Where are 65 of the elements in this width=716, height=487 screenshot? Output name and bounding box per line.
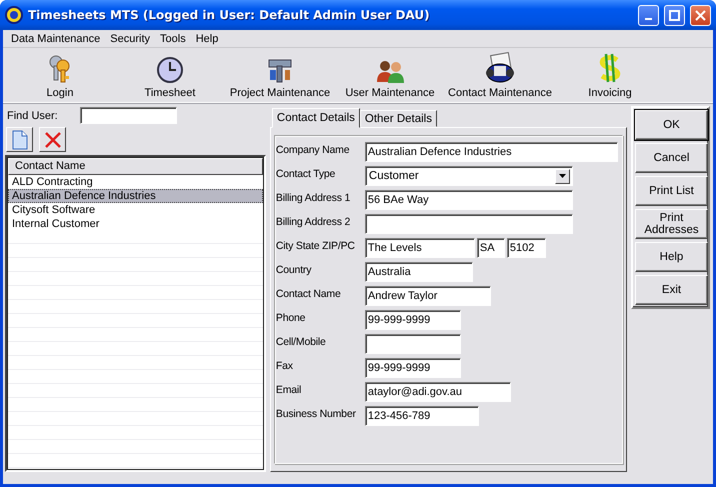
input-field[interactable] bbox=[364, 214, 573, 234]
field-label: Contact Type bbox=[276, 167, 336, 180]
dialog-button[interactable]: Exit bbox=[635, 275, 708, 305]
field-label: Find User: bbox=[6, 110, 59, 122]
menu-item[interactable]: Help bbox=[190, 32, 222, 44]
menu-item[interactable]: Data Maintenance bbox=[5, 32, 104, 44]
toolbar-button[interactable]: Login bbox=[46, 87, 74, 99]
search-field[interactable] bbox=[80, 107, 177, 124]
maximize-icon bbox=[669, 10, 680, 20]
rolodex-icon bbox=[484, 52, 516, 84]
close-button[interactable] bbox=[690, 4, 711, 26]
toolbar-button[interactable]: Project Maintenance bbox=[230, 87, 330, 99]
list-item[interactable]: Australian Defence Industries bbox=[8, 189, 263, 203]
field-label: City State ZIP/PC bbox=[276, 239, 356, 252]
caret-icon bbox=[558, 174, 566, 178]
input-field[interactable]: 123-456-789 bbox=[364, 406, 479, 426]
field-label: Business Number bbox=[276, 407, 357, 420]
input-field[interactable]: Australia bbox=[364, 262, 473, 282]
field-label: Fax bbox=[276, 359, 294, 372]
field-label: Billing Address 1 bbox=[276, 191, 352, 204]
input-field[interactable]: The Levels bbox=[364, 238, 475, 258]
input-field[interactable]: 99-999-9999 bbox=[364, 358, 461, 378]
field-label: Cell/Mobile bbox=[276, 335, 327, 348]
toolbar-button[interactable]: User Maintenance bbox=[345, 87, 435, 99]
clock-icon bbox=[156, 56, 184, 84]
dialog-button[interactable]: Print List bbox=[635, 176, 708, 206]
toolbar-button[interactable]: Timesheet bbox=[144, 87, 196, 99]
app-logo-icon bbox=[5, 6, 23, 24]
field-label: Billing Address 2 bbox=[276, 215, 352, 228]
minimize-button[interactable] bbox=[638, 4, 659, 26]
field-label: Company Name bbox=[276, 143, 350, 156]
dialog-button[interactable]: Print Addresses bbox=[635, 209, 708, 239]
tab[interactable]: Contact Details bbox=[272, 108, 360, 128]
input-field[interactable]: Andrew Taylor bbox=[364, 286, 491, 306]
dialog-button[interactable]: Help bbox=[635, 242, 708, 272]
input-field[interactable]: 56 BAe Way bbox=[364, 190, 573, 210]
delete-button[interactable] bbox=[39, 127, 66, 152]
column-header[interactable]: Contact Name bbox=[8, 158, 263, 175]
toolbar-button[interactable]: Invoicing bbox=[588, 87, 632, 99]
input-field[interactable]: Australian Defence Industries bbox=[364, 142, 618, 162]
tab[interactable]: Other Details bbox=[360, 110, 437, 127]
menu-item[interactable]: Tools bbox=[154, 32, 190, 44]
field-label: Email bbox=[276, 383, 302, 396]
menu-item[interactable]: Security bbox=[104, 32, 154, 44]
users-icon bbox=[375, 58, 405, 84]
maximize-button[interactable] bbox=[664, 4, 685, 26]
list-item[interactable]: Internal Customer bbox=[8, 217, 263, 231]
new-document-button[interactable] bbox=[6, 127, 33, 152]
field-label: Phone bbox=[276, 311, 306, 324]
window-title: Timesheets MTS (Logged in User: Default Admin User DAU) bbox=[28, 8, 431, 22]
close-icon bbox=[695, 10, 706, 20]
list-item[interactable]: Citysoft Software bbox=[8, 203, 263, 217]
input-field[interactable]: SA bbox=[476, 238, 505, 258]
field-label: Contact Name bbox=[276, 287, 342, 300]
input-field[interactable]: 5102 bbox=[506, 238, 546, 258]
dropdown[interactable]: Customer bbox=[364, 166, 573, 186]
dialog-button[interactable]: Cancel bbox=[635, 143, 708, 173]
input-field[interactable]: ataylor@adi.gov.au bbox=[364, 382, 511, 402]
dialog-button[interactable]: OK bbox=[635, 110, 708, 140]
field-label: Country bbox=[276, 263, 312, 276]
input-field[interactable] bbox=[364, 334, 461, 354]
minimize-icon bbox=[645, 18, 652, 20]
list-item[interactable]: ALD Contracting bbox=[8, 175, 263, 189]
toolbar-button[interactable]: Contact Maintenance bbox=[448, 87, 552, 99]
input-field[interactable]: 99-999-9999 bbox=[364, 310, 461, 330]
